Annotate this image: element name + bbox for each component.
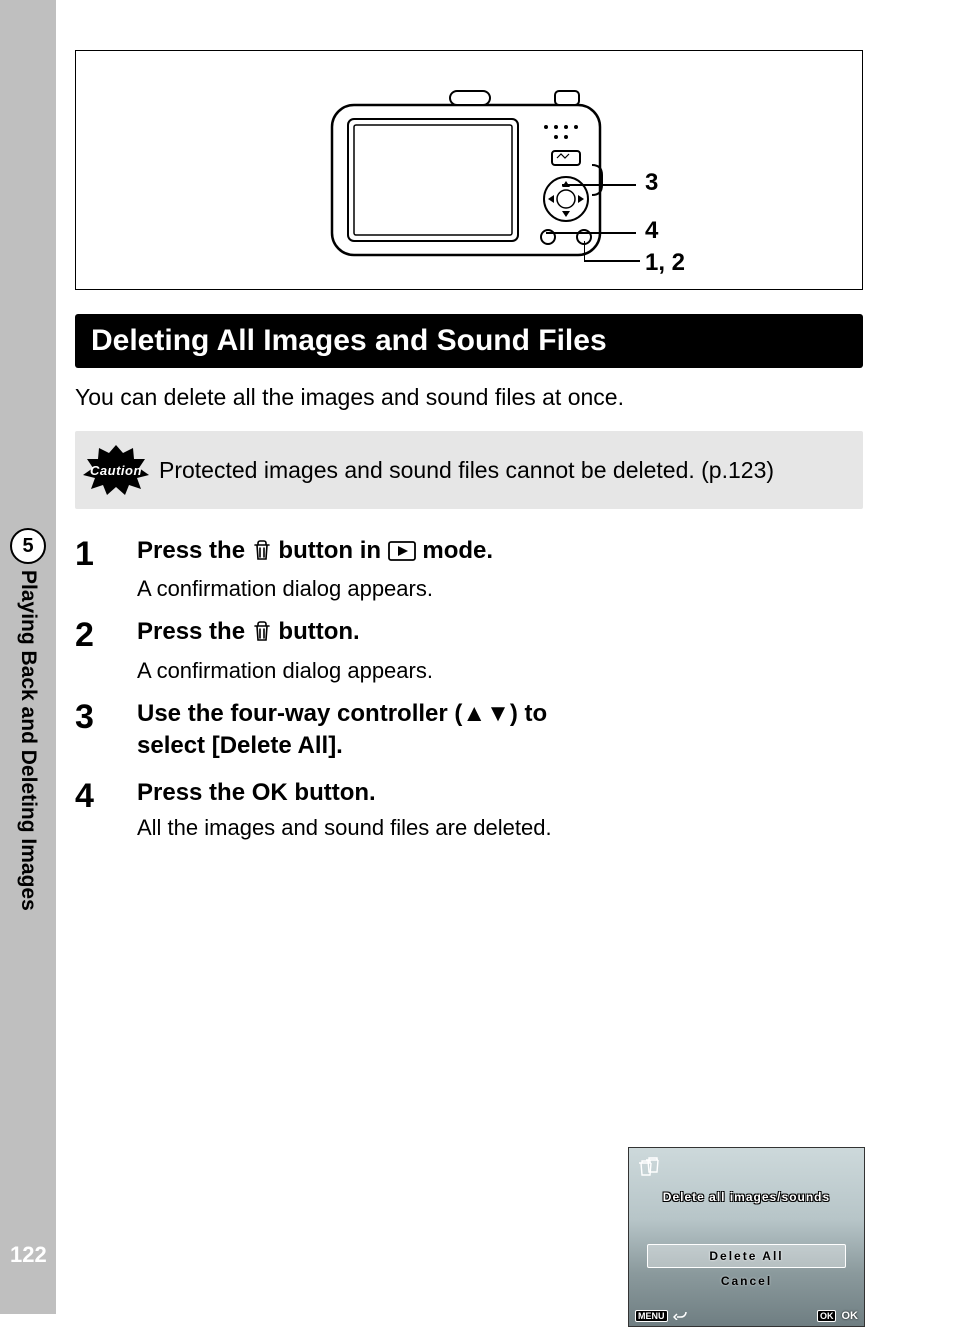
trash-multiple-icon: [635, 1154, 661, 1180]
step-number: 4: [75, 777, 137, 841]
step-4-title: Press the OK button.: [137, 777, 597, 809]
step-1-title: Press the button in mode.: [137, 535, 863, 570]
camera-back-illustration: [330, 85, 610, 275]
camera-diagram-box: 3 4 1, 2: [75, 50, 863, 290]
step-4-desc: All the images and sound files are delet…: [137, 815, 597, 841]
step-1-desc: A confirmation dialog appears.: [137, 576, 863, 602]
lcd-footer: MENU OK OK: [635, 1310, 858, 1322]
callout-3: 3: [645, 169, 658, 197]
lcd-dialog-title: Delete all images/sounds: [629, 1190, 864, 1204]
step-number: 2: [75, 616, 137, 683]
menu-badge: MENU: [635, 1310, 668, 1322]
lcd-menu-hint: MENU: [635, 1310, 687, 1322]
trash-icon: [252, 538, 272, 570]
step-2-title: Press the button.: [137, 616, 863, 651]
lcd-menu: Delete All Cancel: [647, 1244, 846, 1292]
camera-lcd-screenshot: Delete all images/sounds Delete All Canc…: [628, 1147, 865, 1327]
ok-button-label: OK: [252, 779, 288, 806]
step-2: 2 Press the button. A confirmation dialo…: [75, 616, 863, 683]
side-spine: 5 Playing Back and Deleting Images 122: [0, 0, 56, 1314]
step-1: 1 Press the button in mode. A confirm: [75, 535, 863, 602]
playback-mode-icon: [388, 538, 416, 570]
caution-label: Caution: [90, 463, 142, 478]
step-number: 3: [75, 698, 137, 763]
chapter-tab: 5 Playing Back and Deleting Images: [0, 528, 56, 911]
page: 5 Playing Back and Deleting Images 122: [0, 0, 954, 1314]
chapter-title: Playing Back and Deleting Images: [16, 570, 40, 911]
content-area: 3 4 1, 2 Deleting All Images and Sound F…: [75, 50, 875, 855]
section-heading: Deleting All Images and Sound Files: [75, 314, 863, 368]
lcd-ok-hint: OK OK: [817, 1310, 858, 1322]
callout-1-2: 1, 2: [645, 249, 685, 277]
steps-list: 1 Press the button in mode. A confirm: [75, 535, 863, 841]
step-number: 1: [75, 535, 137, 602]
back-arrow-icon: [673, 1310, 687, 1320]
caution-box: Caution Protected images and sound files…: [75, 431, 863, 509]
step-4: 4 Press the OK button. All the images an…: [75, 777, 863, 841]
trash-icon: [252, 619, 272, 651]
chapter-number: 5: [22, 535, 33, 558]
step-3: 3 Use the four-way controller (▲▼) to se…: [75, 698, 863, 763]
lcd-option-delete-all: Delete All: [647, 1244, 846, 1268]
ok-badge: OK: [817, 1310, 837, 1322]
callout-4: 4: [645, 217, 658, 245]
caution-burst-icon: Caution: [81, 443, 151, 497]
step-2-desc: A confirmation dialog appears.: [137, 658, 863, 684]
caution-text: Protected images and sound files cannot …: [159, 457, 774, 484]
lcd-option-cancel: Cancel: [647, 1270, 846, 1292]
step-3-title: Use the four-way controller (▲▼) to sele…: [137, 698, 597, 763]
intro-text: You can delete all the images and sound …: [75, 384, 875, 411]
page-number: 122: [10, 1242, 47, 1268]
chapter-number-badge: 5: [10, 528, 46, 564]
